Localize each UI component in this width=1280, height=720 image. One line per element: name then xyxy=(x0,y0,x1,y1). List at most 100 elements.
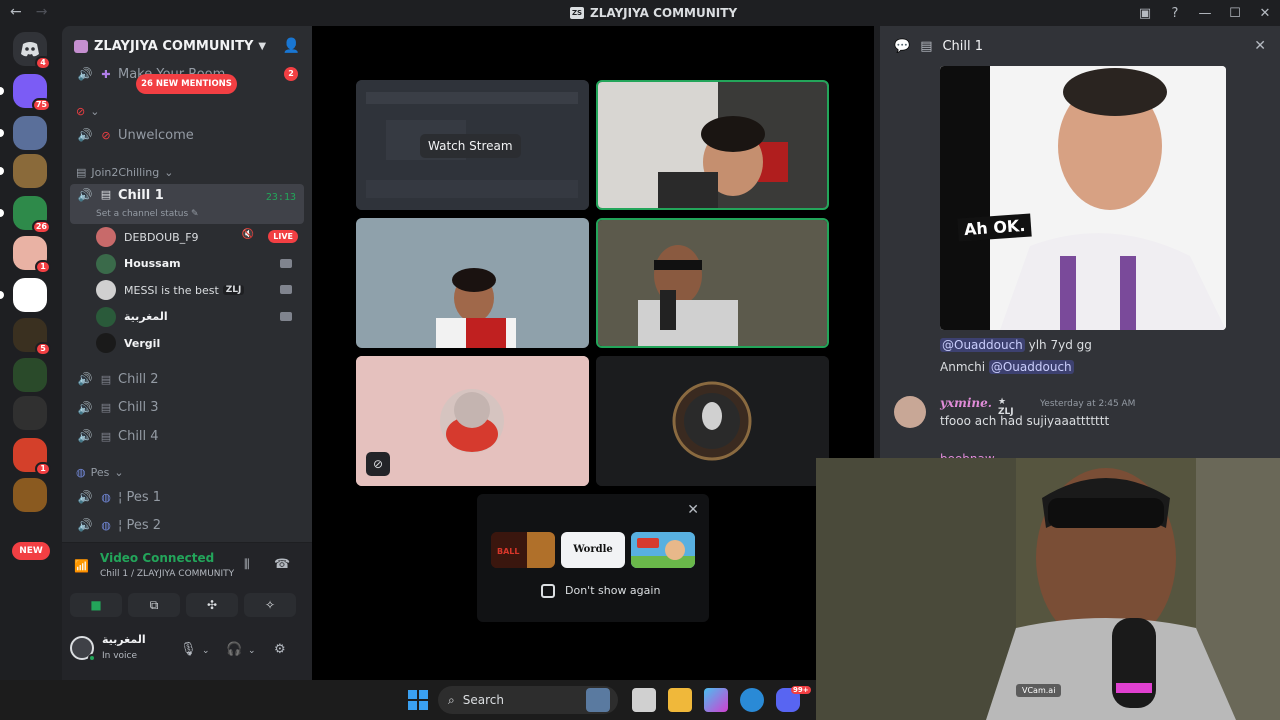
soundboard-button[interactable]: ✧ xyxy=(244,593,296,617)
file-explorer-icon[interactable] xyxy=(668,688,692,712)
close-window-button[interactable]: ✕ xyxy=(1250,6,1280,21)
activity-farm[interactable] xyxy=(631,532,695,568)
direct-messages-icon[interactable]: 4 xyxy=(13,32,51,70)
server-icon[interactable] xyxy=(13,478,47,512)
help-icon[interactable]: ? xyxy=(1160,6,1190,21)
task-view-icon[interactable] xyxy=(632,688,656,712)
window-title-text: ZLAYJIYA COMMUNITY xyxy=(590,6,738,20)
user-mention[interactable]: @Ouaddouch xyxy=(940,338,1025,352)
server-icon[interactable] xyxy=(13,154,47,188)
close-icon[interactable]: ✕ xyxy=(687,502,699,518)
avatar xyxy=(96,333,116,353)
chat-channel-name: Chill 1 xyxy=(942,38,984,54)
voice-user[interactable]: MESSI is the best ZLJ xyxy=(96,277,306,303)
chevron-down-icon[interactable]: ⌄ xyxy=(202,646,210,656)
channel-unwelcome[interactable]: 🔊 ⊘ Unwelcome xyxy=(70,122,304,148)
noise-suppression-icon[interactable]: ⫼ xyxy=(244,557,250,572)
voice-connected-icon: 🔊 xyxy=(77,188,93,202)
voice-status[interactable]: Video Connected xyxy=(100,551,214,565)
server-icon[interactable]: 26 xyxy=(13,196,51,234)
user-mention[interactable]: @Ouaddouch xyxy=(988,360,1074,374)
server-badge: 1 xyxy=(35,260,51,274)
forward-arrow-icon[interactable]: → xyxy=(36,4,48,20)
video-tile-vergil[interactable] xyxy=(596,356,829,486)
close-icon[interactable]: ✕ xyxy=(1254,38,1266,54)
channel-item[interactable]: 🔊 ▤ Chill 4 xyxy=(70,423,304,449)
server-icon[interactable]: 5 xyxy=(13,318,51,356)
dont-show-label[interactable]: Don't show again xyxy=(565,584,660,597)
online-status-icon xyxy=(88,654,96,662)
voice-user[interactable]: المغربية xyxy=(96,304,306,330)
voice-user-name: DEBDOUB_F9 xyxy=(124,230,199,244)
camera-on-icon xyxy=(280,311,292,321)
server-icon[interactable]: 1 xyxy=(13,236,51,274)
headphones-icon[interactable]: 🎧 xyxy=(226,642,242,657)
message-author[interactable]: yxmine. xyxy=(940,396,992,410)
avatar xyxy=(96,280,116,300)
settings-gear-icon[interactable]: ⚙ xyxy=(274,642,286,657)
channel-item[interactable]: 🔊 ◍ ¦ Pes 2 xyxy=(70,512,304,538)
server-icon[interactable] xyxy=(13,358,47,392)
message-image[interactable]: Ah OK. xyxy=(940,66,1226,330)
voice-user[interactable]: Houssam xyxy=(96,251,306,277)
screen-share-button[interactable]: ⧉ xyxy=(128,593,180,617)
category-join2chilling[interactable]: ▤ Join2Chilling ⌄ xyxy=(76,166,173,179)
taskbar-widget-icon[interactable] xyxy=(586,688,610,712)
camera-on-icon xyxy=(280,258,292,268)
channel-label: Chill 1 xyxy=(118,188,164,203)
chat-bubble-icon[interactable]: 💬 xyxy=(894,39,910,54)
inbox-icon[interactable]: ▣ xyxy=(1130,6,1160,21)
server-badge: 26 xyxy=(31,220,51,234)
server-header[interactable]: ZLAYJIYA COMMUNITY ▼ 👤 xyxy=(62,26,312,66)
unread-pill xyxy=(0,291,4,299)
maximize-button[interactable]: ☐ xyxy=(1220,6,1250,21)
windows-start-icon[interactable] xyxy=(406,688,430,712)
server-icon[interactable] xyxy=(13,278,47,312)
activity-game-1[interactable]: BALL xyxy=(491,532,555,568)
invite-people-icon[interactable]: 👤 xyxy=(283,38,300,54)
globe-icon: ◍ xyxy=(101,490,111,504)
disconnect-icon[interactable]: ☎ xyxy=(274,557,290,572)
copilot-icon[interactable] xyxy=(704,688,728,712)
video-stage: Watch Stream ⊘ ✕ BALL Wordle Don't show … xyxy=(312,26,874,680)
activity-wordle[interactable]: Wordle xyxy=(561,532,625,568)
minimize-button[interactable]: — xyxy=(1190,6,1220,21)
category-icon: ⊘ xyxy=(76,105,86,118)
voice-user-name: Vergil xyxy=(124,336,161,350)
channel-item[interactable]: 🔊 ◍ ¦ Pes 1 xyxy=(70,484,304,510)
voice-user[interactable]: Vergil xyxy=(96,330,306,356)
webcam-overlay: VCam.ai xyxy=(816,458,1280,720)
chevron-down-icon[interactable]: ⌄ xyxy=(248,646,256,656)
search-icon: ⌕ xyxy=(448,692,455,707)
stream-tile[interactable]: Watch Stream xyxy=(356,80,589,210)
camera-button[interactable]: ■ xyxy=(70,593,122,617)
video-tile-user-3[interactable] xyxy=(356,218,589,348)
channel-item[interactable]: 🔊 ▤ Chill 2 xyxy=(70,366,304,392)
dont-show-checkbox[interactable] xyxy=(541,584,555,598)
channel-item[interactable]: 🔊 ▤ Chill 3 xyxy=(70,395,304,421)
video-tile-user-4[interactable] xyxy=(596,218,829,348)
activities-button[interactable]: ✣ xyxy=(186,593,238,617)
voice-location[interactable]: Chill 1 / ZLAYJIYA COMMUNITY xyxy=(100,569,234,579)
avatar[interactable] xyxy=(894,396,926,428)
voice-user[interactable]: DEBDOUB_F9 🔇 LIVE xyxy=(96,224,306,250)
server-rail: 4 75 26 1 5 1 NEW xyxy=(0,26,62,680)
voice-channel-icon: 🔊 xyxy=(77,128,93,142)
watch-stream-button[interactable]: Watch Stream xyxy=(420,134,521,158)
server-icon[interactable] xyxy=(13,396,47,430)
back-arrow-icon[interactable]: ← xyxy=(10,4,22,20)
channel-status-hint[interactable]: Set a channel status ✎ xyxy=(96,209,199,219)
couch-icon: ▤ xyxy=(920,38,933,54)
category-collapsed[interactable]: ⊘ ⌄ xyxy=(76,105,99,118)
new-mentions-pill[interactable]: 26 NEW MENTIONS xyxy=(136,74,237,94)
category-pes[interactable]: ◍ Pes ⌄ xyxy=(76,466,124,479)
server-icon[interactable]: 75 xyxy=(13,74,51,112)
server-icon[interactable] xyxy=(13,116,47,150)
microphone-icon[interactable]: 🎙 xyxy=(180,642,197,657)
edge-browser-icon[interactable] xyxy=(740,688,764,712)
user-name[interactable]: المغربية xyxy=(102,633,146,646)
server-icon[interactable]: 1 xyxy=(13,438,51,476)
video-tile-mobile[interactable]: ⊘ xyxy=(356,356,589,486)
video-tile-houssam[interactable] xyxy=(596,80,829,210)
new-button[interactable]: NEW xyxy=(12,542,50,560)
